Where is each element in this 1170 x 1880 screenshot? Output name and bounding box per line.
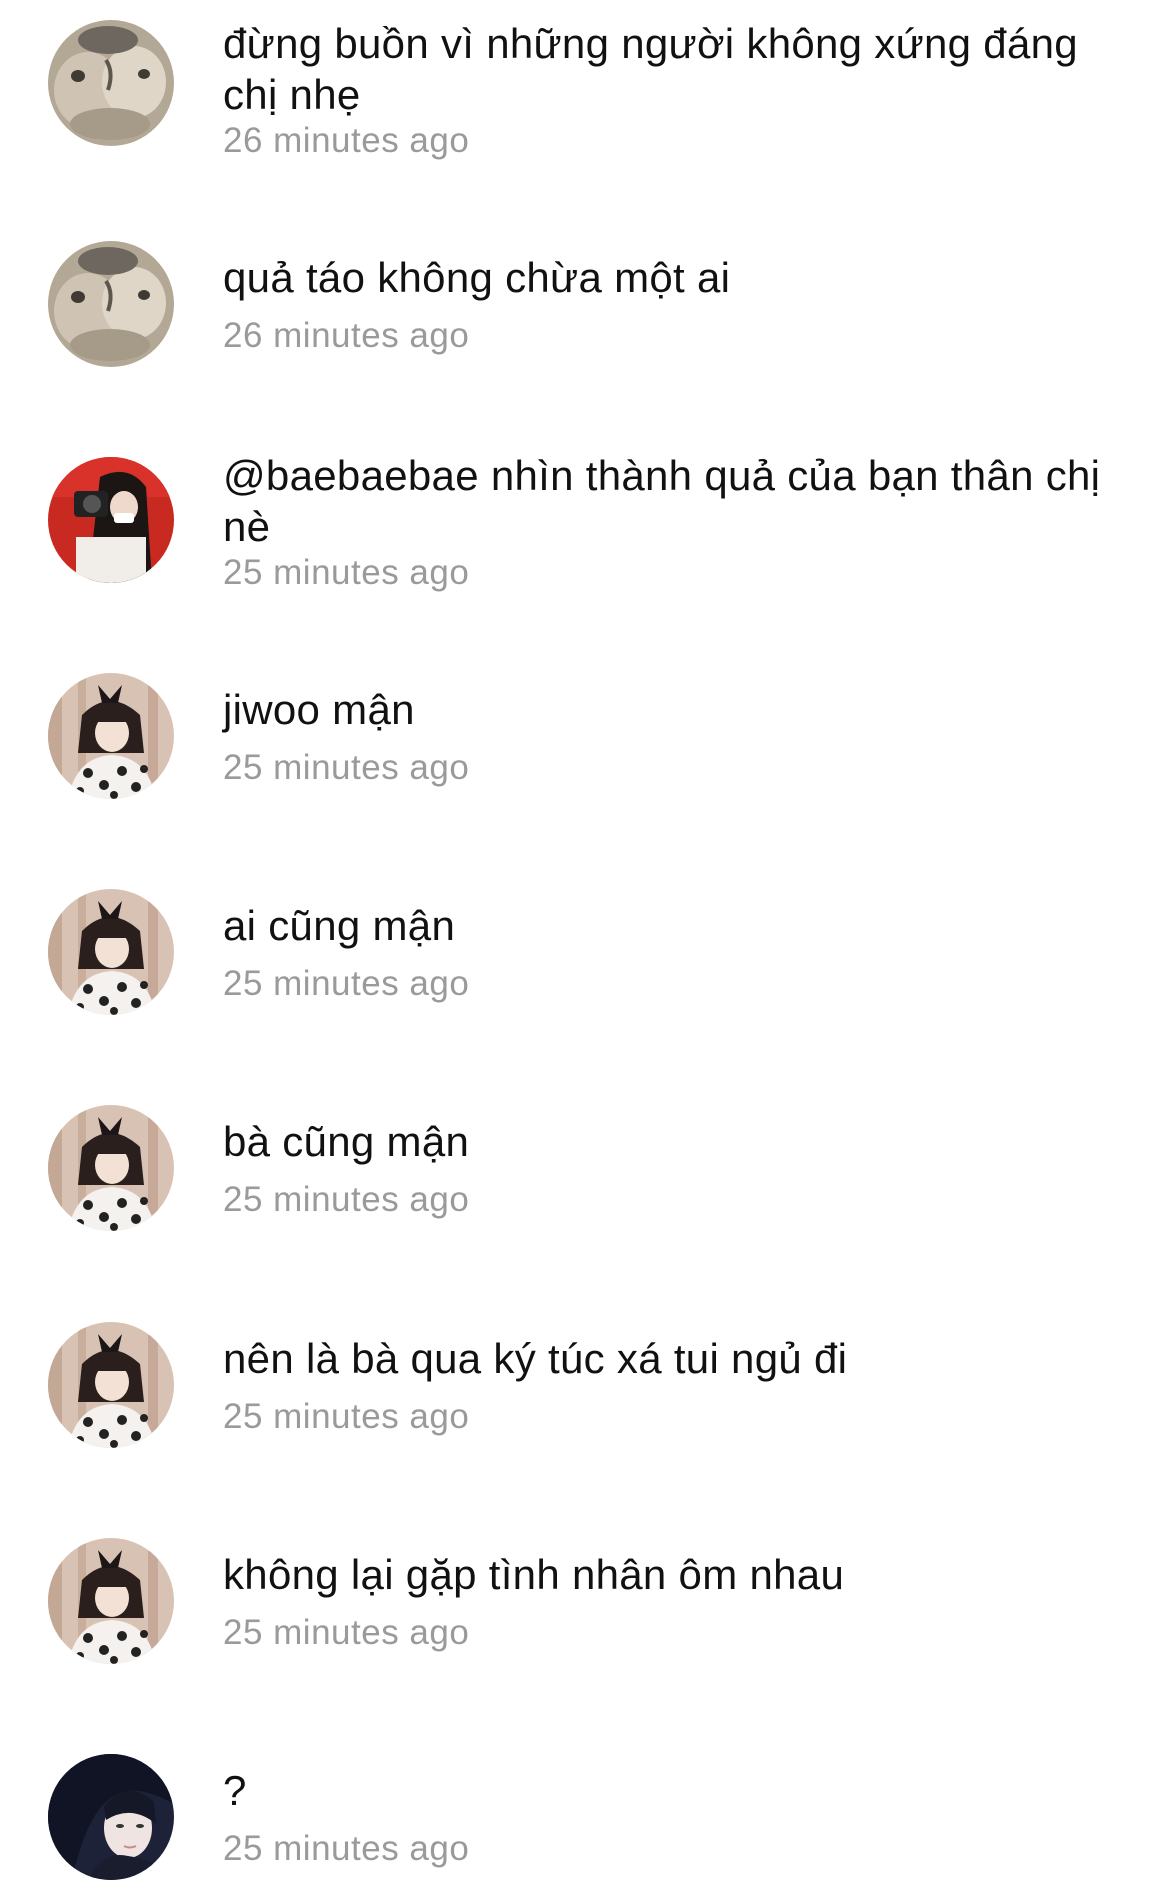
comment-timestamp: 25 minutes ago	[223, 1397, 470, 1436]
comment-body: bà cũng mận 25 minutes ago	[223, 1116, 1130, 1221]
comment-list: đừng buồn vì những người không xứng đáng…	[0, 0, 1170, 1879]
comment-timestamp: 26 minutes ago	[223, 121, 470, 160]
cat-kiss-avatar-icon[interactable]	[48, 20, 174, 146]
bow-girl-avatar-icon[interactable]	[48, 889, 174, 1015]
comment-text: đừng buồn vì những người không xứng đáng…	[223, 20, 1078, 118]
bow-girl-avatar-icon[interactable]	[48, 1538, 174, 1664]
comment-timestamp: 25 minutes ago	[223, 1829, 470, 1868]
comment-text: bà cũng mận	[223, 1118, 470, 1165]
comment-text: jiwoo mận	[223, 686, 415, 733]
comment-body: nên là bà qua ký túc xá tui ngủ đi 25 mi…	[223, 1333, 1130, 1438]
comment-text: @baebaebae nhìn thành quả của bạn thân c…	[223, 452, 1101, 550]
comment-timestamp: 25 minutes ago	[223, 553, 470, 592]
dark-hair-girl-avatar-icon[interactable]	[48, 1754, 174, 1880]
bow-girl-avatar-icon[interactable]	[48, 1322, 174, 1448]
comment-timestamp: 25 minutes ago	[223, 748, 470, 787]
comment-timestamp: 26 minutes ago	[223, 316, 470, 355]
comment-text: nên là bà qua ký túc xá tui ngủ đi	[223, 1335, 848, 1382]
comment-timestamp: 25 minutes ago	[223, 964, 470, 1003]
comment-body: ai cũng mận 25 minutes ago	[223, 900, 1130, 1005]
comment-body: quả táo không chừa một ai 26 minutes ago	[223, 252, 1130, 357]
bow-girl-avatar-icon[interactable]	[48, 673, 174, 799]
comment-text: ai cũng mận	[223, 902, 456, 949]
comment-timestamp: 25 minutes ago	[223, 1180, 470, 1219]
comment-timestamp: 25 minutes ago	[223, 1613, 470, 1652]
comment-text: ?	[223, 1767, 247, 1814]
comment-body: @baebaebae nhìn thành quả của bạn thân c…	[223, 450, 1130, 594]
bow-girl-avatar-icon[interactable]	[48, 1105, 174, 1231]
cat-kiss-avatar-icon[interactable]	[48, 241, 174, 367]
comment-body: đừng buồn vì những người không xứng đáng…	[223, 18, 1130, 162]
comment-body: jiwoo mận 25 minutes ago	[223, 684, 1130, 789]
comment-body: không lại gặp tình nhân ôm nhau 25 minut…	[223, 1549, 1130, 1654]
comment-text: quả táo không chừa một ai	[223, 254, 731, 301]
camera-girl-avatar-icon[interactable]	[48, 457, 174, 583]
comment-text: không lại gặp tình nhân ôm nhau	[223, 1551, 845, 1598]
comment-body: ? 25 minutes ago	[223, 1765, 1130, 1870]
